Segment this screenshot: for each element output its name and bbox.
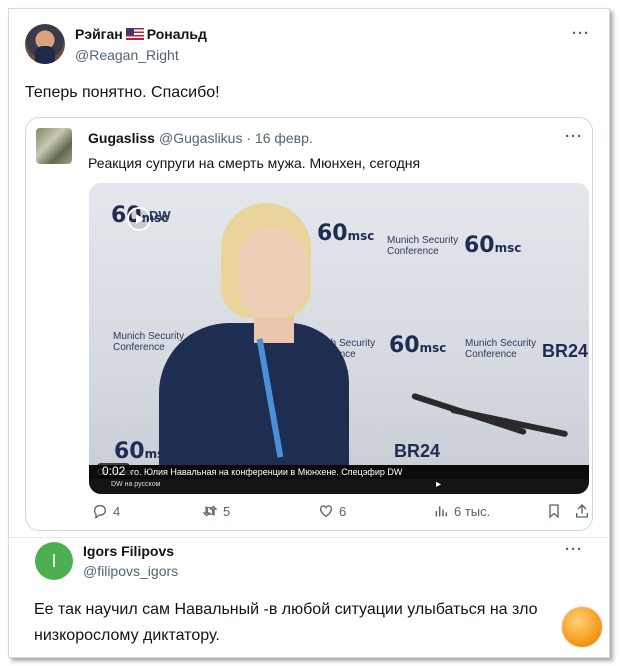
video-subticker-text: DW на русском xyxy=(111,481,161,488)
person-figure xyxy=(239,228,307,318)
screenshot-frame: Рэйган Рональд @Reagan_Right ··· Теперь п… xyxy=(8,8,610,658)
br24-logo: BR24 xyxy=(542,341,589,361)
quoted-text: Реакция супруги на смерть мужа. Мюнхен, … xyxy=(88,155,421,171)
repost-count: 5 xyxy=(223,503,231,519)
us-flag-icon xyxy=(125,28,144,40)
br24-logo: BR24 xyxy=(394,441,441,461)
reply-text: Ее так научил сам Навальный -в любой сит… xyxy=(34,601,538,644)
reply-button[interactable]: 4 xyxy=(92,503,120,519)
conference-wall-text: Munich Security Conference xyxy=(387,235,459,257)
cursor-icon: ▸ xyxy=(436,479,442,490)
views-button[interactable]: 6 тыс. xyxy=(433,503,490,519)
msc-logo-number: 60 xyxy=(114,439,145,464)
quoted-tweet-card[interactable]: Gugasliss @Gugaslikus · 16 февр. ··· Реа… xyxy=(25,117,593,531)
msc-logo-number: 60 xyxy=(389,333,420,358)
views-icon xyxy=(435,506,448,517)
bookmark-icon xyxy=(549,504,559,519)
msc-logo-text: msc xyxy=(419,341,447,355)
video-subticker: DW на русском xyxy=(89,479,589,494)
author-name-part: Рэйган xyxy=(75,26,123,42)
video-timestamp: 0:02 xyxy=(97,463,131,479)
quoted-avatar[interactable] xyxy=(36,128,72,164)
divider xyxy=(9,537,609,538)
video-ticker: Се льного. Юлия Навальная на конференции… xyxy=(89,465,589,479)
msc-logo-number: 60 xyxy=(464,233,495,258)
share-button[interactable] xyxy=(574,503,590,519)
msc-logo: 60msc xyxy=(389,333,446,358)
repost-icon xyxy=(202,505,218,517)
reply-count: 4 xyxy=(113,503,121,519)
quoted-handle-date[interactable]: @Gugaslikus · 16 февр. xyxy=(159,130,313,146)
reply-icon xyxy=(93,505,106,519)
share-icon xyxy=(576,504,588,518)
more-options-icon[interactable]: ··· xyxy=(565,541,583,558)
msc-logo: 60msc xyxy=(464,233,521,258)
author-name[interactable]: Рэйган Рональд xyxy=(75,26,207,42)
views-count: 6 тыс. xyxy=(454,503,491,519)
play-icon[interactable] xyxy=(127,207,151,231)
like-count: 6 xyxy=(339,503,347,519)
msc-logo-number: 60 xyxy=(317,221,348,246)
msc-logo: 60msc xyxy=(317,221,374,246)
video-player[interactable]: 60msc 60msc 60msc 60msc 60msc Munich Sec… xyxy=(89,183,589,494)
action-bar: 4 5 6 6 тыс. xyxy=(26,503,592,523)
quoted-author-name[interactable]: Gugasliss xyxy=(88,130,155,146)
msc-logo-text: msc xyxy=(347,229,375,243)
reply-handle[interactable]: @filipovs_igors xyxy=(83,563,178,579)
more-options-icon[interactable]: ··· xyxy=(572,25,590,42)
bookmark-button[interactable] xyxy=(546,503,562,519)
author-name-part: Рональд xyxy=(146,26,207,42)
conference-wall-text: Munich Security Conference xyxy=(465,338,537,360)
reply-avatar[interactable]: I xyxy=(35,542,73,580)
tweet-text: Теперь понятно. Спасибо! xyxy=(25,84,220,101)
watermark-logo xyxy=(562,607,602,647)
more-options-icon[interactable]: ··· xyxy=(565,128,583,145)
heart-icon xyxy=(320,505,332,518)
msc-logo-text: msc xyxy=(494,241,522,255)
reply-author-name[interactable]: Igors Filipovs xyxy=(83,543,174,559)
like-button[interactable]: 6 xyxy=(318,503,346,519)
author-handle[interactable]: @Reagan_Right xyxy=(75,47,179,63)
dw-logo: DW xyxy=(149,208,171,223)
avatar[interactable] xyxy=(25,24,65,64)
repost-button[interactable]: 5 xyxy=(202,503,230,519)
